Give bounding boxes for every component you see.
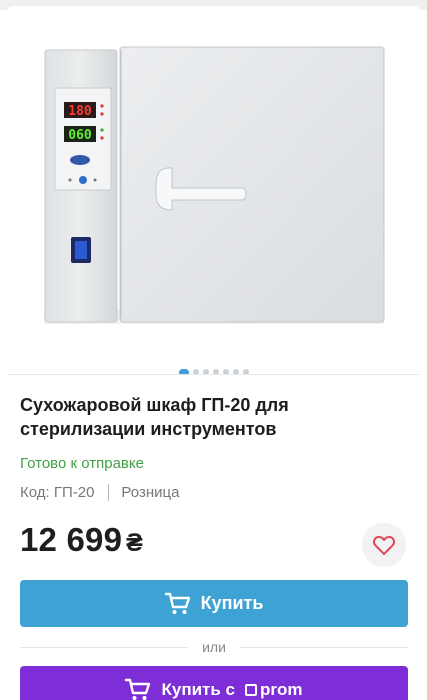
buy-button[interactable]: Купить [20, 580, 408, 627]
led-indicator [100, 136, 104, 140]
divider-line [239, 646, 408, 648]
or-label: или [202, 639, 226, 655]
product-code: Код: ГП-20 [20, 484, 95, 501]
availability-status: Готово к отправке [20, 455, 144, 472]
product-image[interactable]: 180 060 [0, 10, 427, 355]
led-indicator [100, 128, 104, 132]
product-info-card: Сухожаровой шкаф ГП-20 для стерилизации … [8, 374, 419, 700]
image-gallery[interactable]: 180 060 [0, 10, 427, 376]
prom-brand-label: prom [260, 679, 303, 699]
buy-button-label: Купить [200, 593, 264, 613]
divider-line [20, 646, 189, 648]
timer-display-value: 060 [68, 128, 92, 143]
temperature-display-value: 180 [68, 104, 92, 119]
control-knob [79, 176, 87, 184]
prom-logo-icon [245, 683, 257, 696]
cart-icon [164, 592, 190, 614]
led-indicator [100, 112, 104, 116]
buy-with-prom-button[interactable]: Купить с prom [20, 666, 408, 700]
sale-type: Розница [121, 484, 180, 501]
product-price: 12 699 ₴ [20, 521, 143, 559]
product-page: 180 060 Сухожаровой шкаф ГП-20 для стери… [0, 0, 427, 700]
led-indicator [100, 104, 104, 108]
cart-icon [125, 678, 151, 700]
product-meta: Код: ГП-20 Розница [20, 484, 179, 501]
buy-with-prom-label: Купить с [161, 679, 235, 699]
or-divider: или [20, 637, 408, 657]
top-strip [0, 0, 427, 10]
meta-separator [108, 484, 110, 501]
control-button [68, 178, 72, 182]
product-title: Сухожаровой шкаф ГП-20 для стерилизации … [20, 395, 289, 439]
price-value: 12 699 [20, 521, 123, 558]
favorite-button[interactable] [362, 523, 406, 567]
brand-logo [70, 155, 90, 165]
heart-icon [373, 535, 395, 555]
price-currency: ₴ [126, 529, 144, 557]
prom-brand: prom [245, 680, 303, 700]
power-switch-rocker [75, 241, 87, 259]
control-button [93, 178, 97, 182]
